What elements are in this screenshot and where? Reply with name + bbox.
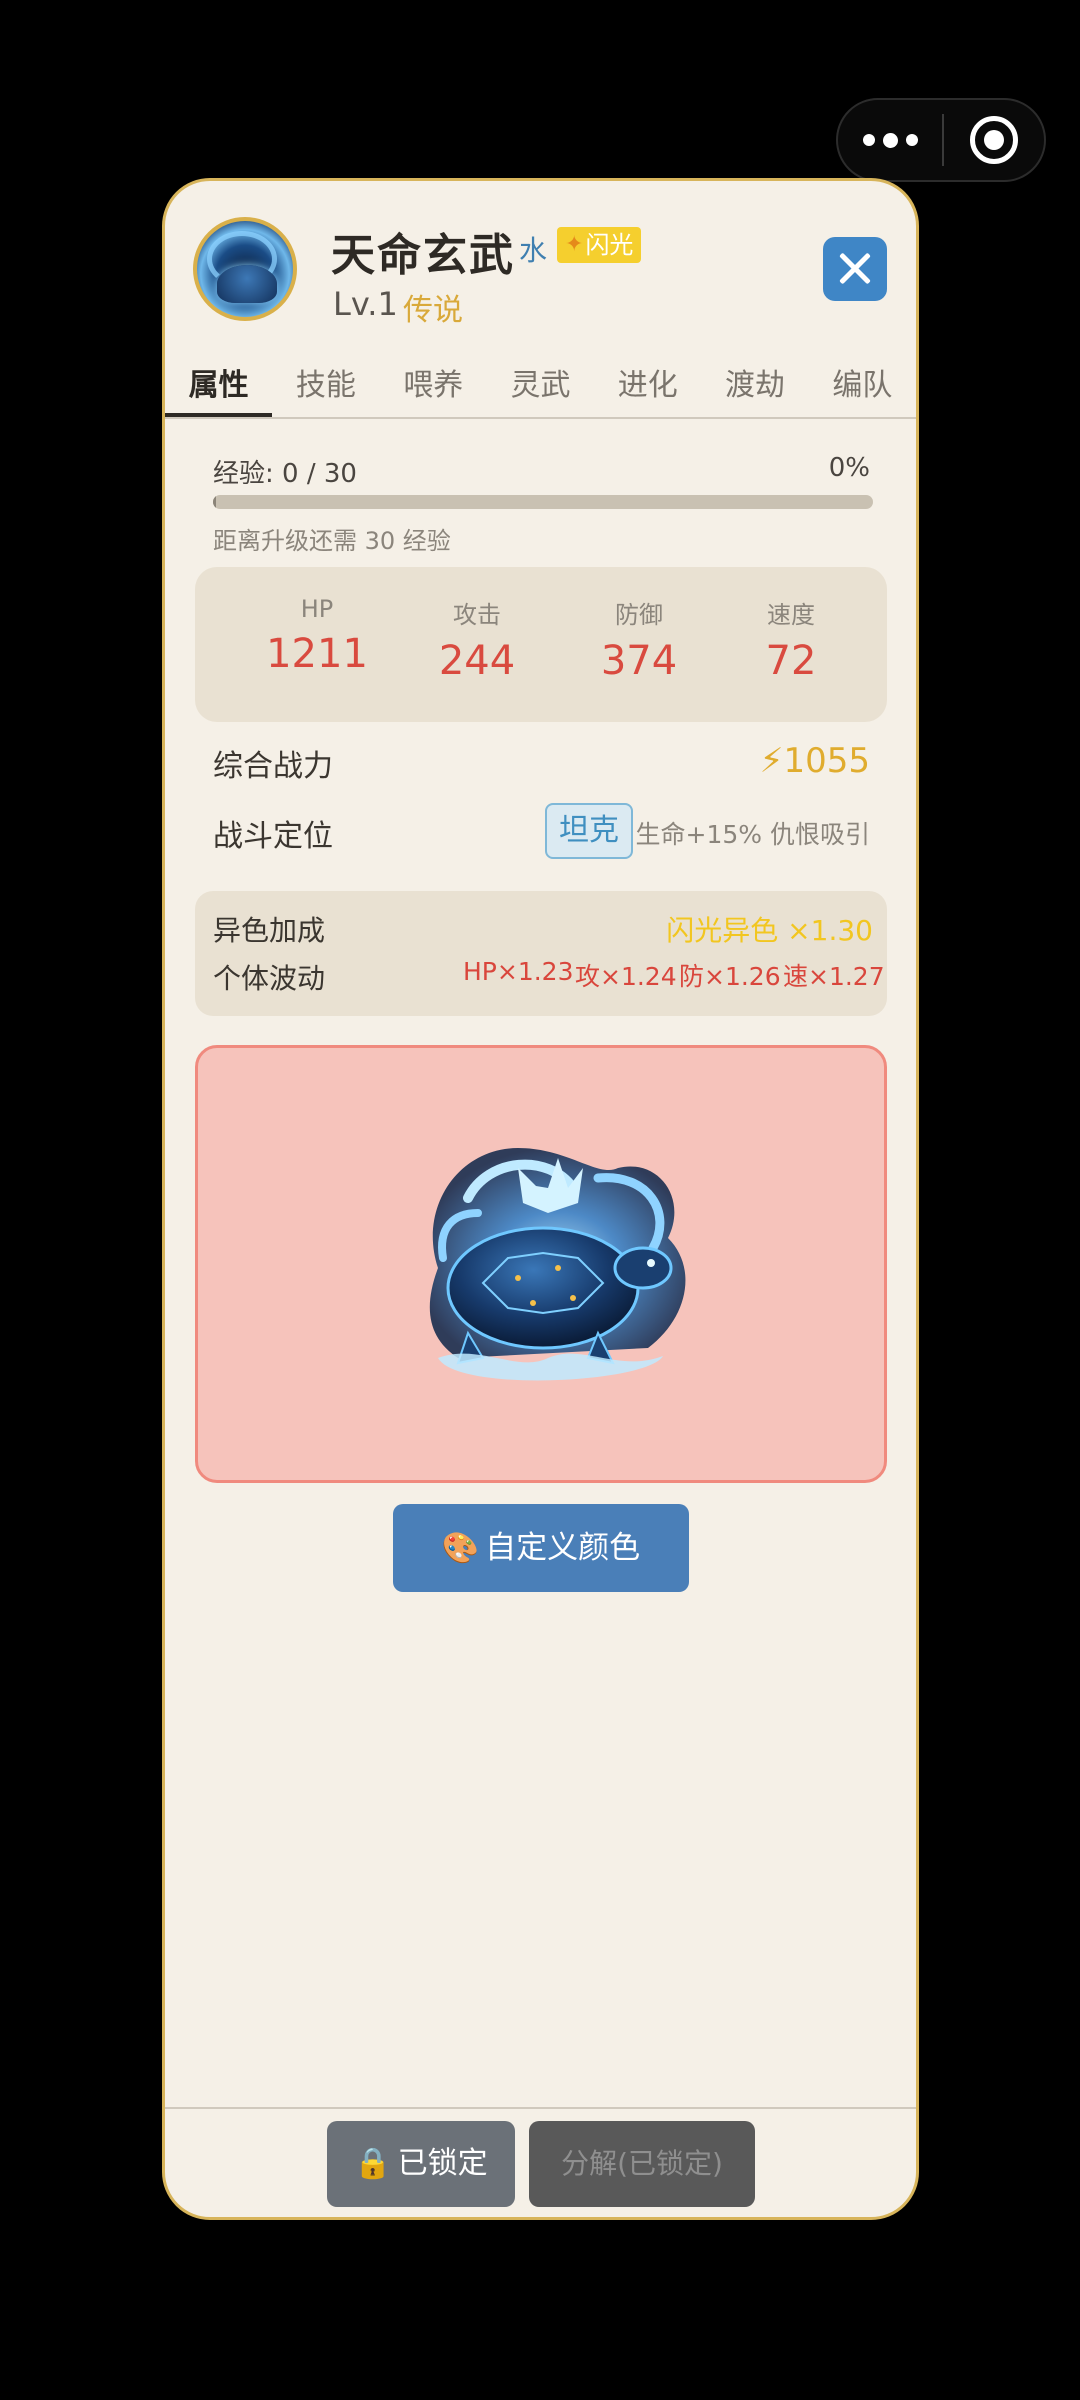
stats-panel: HP 1211 攻击 244 防御 374 速度 72 [195, 567, 887, 722]
footer-divider [165, 2107, 916, 2109]
combat-power-value: ⚡1055 [759, 741, 870, 781]
pet-header: 天命玄武 水 ✦ 闪光 Lv.1 传说 [165, 181, 916, 351]
iv-hp: HP×1.23 [463, 957, 574, 986]
stat-value: 374 [600, 638, 678, 684]
iv-label: 个体波动 [213, 962, 326, 995]
bonus-panel: 异色加成 闪光异色 ×1.30 个体波动 HP×1.23 攻×1.24 防×1.… [195, 891, 887, 1016]
iv-defense: 防×1.26 [679, 962, 781, 991]
tab-evolve[interactable]: 进化 [594, 359, 701, 417]
palette-icon: 🎨 [441, 1531, 480, 1566]
pet-level: Lv.1 [333, 285, 398, 323]
tab-feed[interactable]: 喂养 [380, 359, 487, 417]
stat-defense: 防御 374 [559, 595, 719, 684]
custom-color-label: 自定义颜色 [485, 1530, 641, 1566]
iv-speed: 速×1.27 [783, 962, 885, 991]
more-dots-icon[interactable] [838, 100, 942, 180]
shiny-bonus-value: 闪光异色 ×1.30 [666, 914, 873, 947]
target-circle-icon[interactable] [944, 116, 1044, 164]
iv-attack: 攻×1.24 [575, 962, 677, 991]
shiny-badge-label: 闪光 [585, 231, 634, 259]
stat-speed: 速度 72 [711, 595, 871, 684]
pet-rarity: 传说 [403, 293, 463, 328]
stat-label: 攻击 [453, 601, 501, 629]
turtle-avatar-icon [193, 217, 297, 321]
tab-team[interactable]: 编队 [809, 359, 916, 417]
shiny-badge: ✦ 闪光 [557, 227, 642, 263]
decompose-button[interactable]: 分解(已锁定) [529, 2121, 755, 2207]
stat-value: 1211 [266, 631, 368, 677]
stat-hp: HP 1211 [237, 595, 397, 677]
sparkle-icon: ✦ [565, 232, 584, 257]
custom-color-button[interactable]: 🎨 自定义颜色 [393, 1504, 689, 1592]
element-label: 水 [519, 234, 548, 267]
mini-program-capsule [836, 98, 1046, 182]
tab-spirit-weapon[interactable]: 灵武 [487, 359, 594, 417]
shiny-bonus-label: 异色加成 [213, 914, 326, 947]
tab-tribulation[interactable]: 渡劫 [701, 359, 808, 417]
exp-progress-fill [213, 495, 216, 509]
black-tortoise-icon [429, 1148, 686, 1381]
lock-icon: 🔒 [354, 2146, 392, 2181]
tab-skills[interactable]: 技能 [272, 359, 379, 417]
stat-attack: 攻击 244 [397, 595, 557, 684]
exp-label: 经验: 0 / 30 [213, 459, 357, 489]
stat-value: 72 [765, 638, 817, 684]
lock-label: 已锁定 [397, 2146, 488, 2181]
stat-label: 防御 [615, 601, 663, 629]
close-button[interactable] [823, 237, 887, 301]
exp-progress-bar [213, 495, 873, 509]
power-label: 综合战力 [213, 749, 333, 784]
stat-label: 速度 [767, 601, 815, 629]
lock-button[interactable]: 🔒 已锁定 [327, 2121, 515, 2207]
pet-name: 天命玄武 [331, 230, 515, 281]
stat-label: HP [300, 595, 334, 623]
tab-attributes[interactable]: 属性 [165, 359, 273, 417]
role-label: 战斗定位 [213, 819, 333, 854]
exp-percent: 0% [828, 453, 870, 483]
tab-bar: 属性 技能 喂养 灵武 进化 渡劫 编队 [165, 359, 916, 419]
role-tag: 坦克 [545, 803, 633, 859]
pet-preview-panel [195, 1045, 887, 1483]
role-description: 生命+15% 仇恨吸引 [635, 820, 870, 849]
exp-hint: 距离升级还需 30 经验 [213, 527, 451, 555]
pet-detail-card: 天命玄武 水 ✦ 闪光 Lv.1 传说 属性 技能 喂养 灵武 进化 渡劫 编队… [162, 178, 919, 2220]
stat-value: 244 [438, 638, 516, 684]
